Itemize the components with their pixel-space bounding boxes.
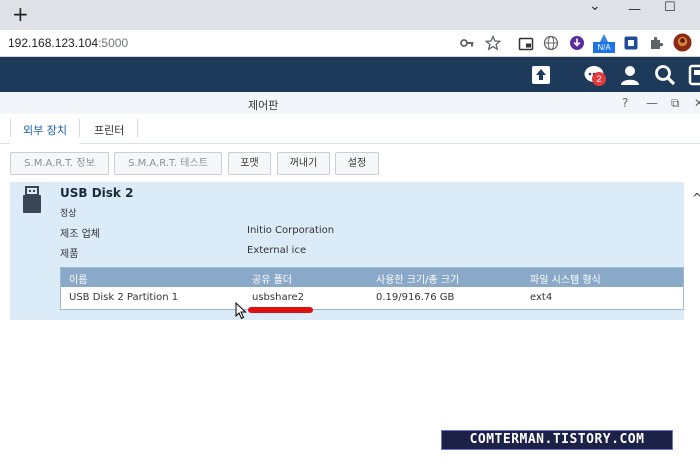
table-row[interactable]: USB Disk 2 Partition 1 usbshare2 0.19/91… (61, 287, 683, 309)
highlight-underline (248, 307, 313, 313)
format-button[interactable]: 포맷 (228, 152, 271, 175)
partition-table-header: 이름 공유 폴더 사용한 크기/총 크기 파일 시스템 형식 (61, 268, 683, 287)
device-status: 정상 (60, 209, 77, 219)
window-title-bar (0, 92, 700, 114)
vendor-value: Initio Corporation (247, 225, 335, 236)
partition-name-cell: USB Disk 2 Partition 1 (69, 292, 179, 303)
product-label: 제품 (60, 249, 79, 260)
active-tab-indicator (10, 142, 80, 145)
collapse-chevron-icon[interactable]: ^ (692, 191, 700, 205)
window-panel-restore-button[interactable]: ⧉ (671, 96, 680, 111)
shared-folder-cell: usbshare2 (252, 292, 304, 303)
widgets-icon[interactable] (688, 64, 700, 86)
window-panel-minimize-button[interactable]: — (646, 96, 658, 110)
tab-divider (10, 119, 11, 137)
settings-button[interactable]: 설정 (335, 152, 379, 175)
used-total-size-cell: 0.19/916.76 GB (376, 292, 455, 303)
profile-avatar-icon[interactable] (673, 33, 692, 52)
url-text[interactable]: 192.168.123.104:5000 (8, 36, 128, 50)
square-extension-icon[interactable] (623, 35, 639, 51)
column-header-name[interactable]: 이름 (69, 271, 87, 286)
column-header-file-system[interactable]: 파일 시스템 형식 (530, 271, 601, 286)
tab-divider (79, 119, 80, 137)
tab-divider (137, 119, 138, 137)
device-name: USB Disk 2 (60, 186, 134, 200)
column-header-used-total-size[interactable]: 사용한 크기/총 크기 (376, 271, 459, 286)
column-header-shared-folder[interactable]: 공유 폴더 (252, 271, 292, 286)
globe-extension-icon[interactable] (543, 35, 559, 51)
na-extension-icon[interactable]: N/A (593, 33, 615, 53)
usb-drive-icon (23, 186, 41, 213)
puzzle-extensions-icon[interactable] (648, 35, 664, 51)
window-title: 제어판 (248, 99, 279, 112)
watermark-label: COMTERMAN.TISTORY.COM (441, 430, 673, 450)
smart-test-button[interactable]: S.M.A.R.T. 테스트 (114, 152, 222, 175)
upload-queue-icon[interactable] (530, 64, 552, 86)
tab-printer[interactable]: 프린터 (94, 122, 124, 138)
mouse-cursor-icon (235, 302, 247, 320)
notification-count-badge: 2 (592, 72, 606, 86)
smart-info-button[interactable]: S.M.A.R.T. 정보 (10, 152, 109, 175)
window-maximize-button[interactable]: ☐ (664, 0, 676, 15)
na-badge-label: N/A (593, 42, 615, 53)
picture-in-picture-icon[interactable] (518, 36, 534, 52)
help-button[interactable]: ? (622, 96, 628, 110)
window-panel-close-button[interactable]: ✕ (694, 96, 700, 110)
tab-search-chevron-icon[interactable]: ⌄ (589, 0, 601, 14)
new-tab-button[interactable]: + (12, 3, 29, 25)
bookmark-star-icon[interactable] (485, 35, 501, 51)
tab-external-devices[interactable]: 외부 장치 (23, 122, 67, 138)
eject-button[interactable]: 꺼내기 (277, 152, 330, 175)
file-system-cell: ext4 (530, 292, 553, 303)
partition-table: 이름 공유 폴더 사용한 크기/총 크기 파일 시스템 형식 USB Disk … (60, 267, 684, 310)
vendor-label: 제조 업체 (60, 229, 100, 240)
key-icon[interactable] (459, 35, 475, 51)
download-extension-icon[interactable] (569, 35, 585, 51)
user-account-icon[interactable] (619, 64, 641, 86)
product-value: External ice (247, 245, 307, 256)
window-minimize-button[interactable]: — (628, 2, 641, 17)
search-icon[interactable] (654, 64, 676, 86)
